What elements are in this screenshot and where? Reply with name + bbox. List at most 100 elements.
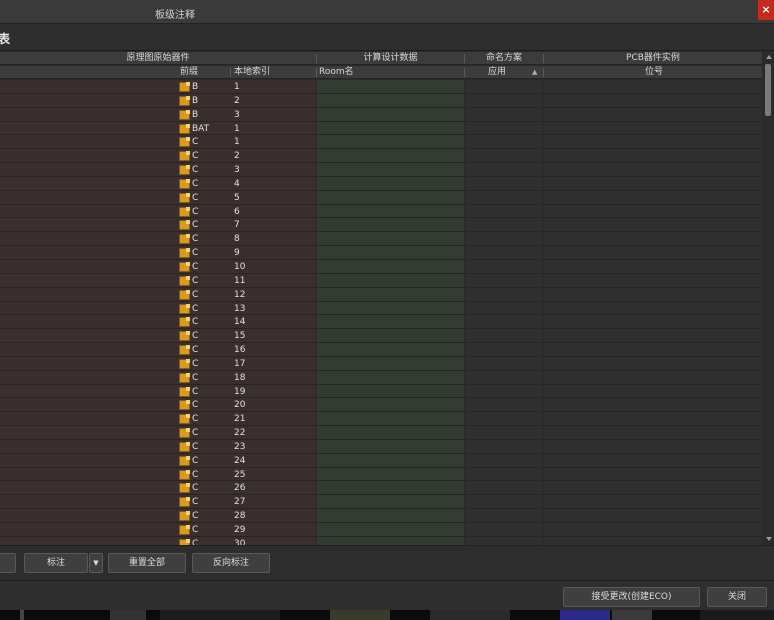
room-cell[interactable] xyxy=(317,163,464,176)
component-icon xyxy=(179,82,190,92)
table-row[interactable]: C19✓C19 xyxy=(0,384,762,399)
vertical-scrollbar[interactable] xyxy=(763,52,774,545)
room-cell[interactable] xyxy=(317,204,464,218)
back-annotate-button[interactable]: 反向标注 xyxy=(192,553,270,573)
local-index-cell: 25 xyxy=(234,469,246,480)
table-row[interactable]: C27✓C27 xyxy=(0,495,762,510)
table-row[interactable]: C2✓C2 xyxy=(0,149,762,164)
room-cell[interactable] xyxy=(317,259,464,273)
prefix-cell: C xyxy=(192,345,199,356)
table-row[interactable]: C28✓C28 xyxy=(0,509,762,523)
room-cell[interactable] xyxy=(317,301,464,315)
col-apply[interactable]: 应用 xyxy=(488,66,506,79)
room-cell[interactable] xyxy=(317,481,464,495)
col-prefix[interactable]: 前缀 xyxy=(180,66,198,79)
table-row[interactable]: C25✓C25 xyxy=(0,467,762,482)
room-cell[interactable] xyxy=(317,509,464,522)
close-button[interactable]: 关闭 xyxy=(707,587,767,607)
room-cell[interactable] xyxy=(317,135,464,149)
pcb-cell: C25 xyxy=(544,467,762,481)
room-cell[interactable] xyxy=(317,121,464,135)
room-cell[interactable] xyxy=(317,329,464,343)
table-row[interactable]: C13✓C13 xyxy=(0,301,762,316)
annotate-button[interactable]: 标注 xyxy=(24,553,88,573)
table-row[interactable]: C16✓C16 xyxy=(0,343,762,357)
table-row[interactable]: C11✓C11 xyxy=(0,273,762,288)
room-cell[interactable] xyxy=(317,426,464,439)
room-cell[interactable] xyxy=(317,453,464,467)
scroll-up-icon[interactable] xyxy=(766,55,772,59)
room-cell[interactable] xyxy=(317,439,464,453)
table-row[interactable]: BAT1✓BAT1 xyxy=(0,121,762,136)
header-group-pcb[interactable]: PCB器件实例 xyxy=(544,52,762,65)
table-row[interactable]: C8✓C8 xyxy=(0,232,762,247)
room-cell[interactable] xyxy=(317,149,464,163)
room-cell[interactable] xyxy=(317,315,464,329)
table-row[interactable]: C6✓C6 xyxy=(0,204,762,219)
room-cell[interactable] xyxy=(317,370,464,384)
table-row[interactable]: C5✓C5 xyxy=(0,190,762,205)
table-row[interactable]: C23✓C23 xyxy=(0,439,762,454)
table-row[interactable]: C20✓C20 xyxy=(0,398,762,413)
room-cell[interactable] xyxy=(317,218,464,232)
table-row[interactable]: C22✓C22 xyxy=(0,426,762,440)
table-row[interactable]: C1✓C1 xyxy=(0,135,762,150)
col-room[interactable]: Room名 xyxy=(319,66,354,79)
room-cell[interactable] xyxy=(317,536,464,545)
room-cell[interactable] xyxy=(317,495,464,509)
table-row[interactable]: B2✓B2 xyxy=(0,93,762,108)
col-local-index[interactable]: 本地索引 xyxy=(234,66,270,79)
room-cell[interactable] xyxy=(317,107,464,121)
prefix-cell: C xyxy=(192,428,199,439)
table-row[interactable]: C24✓C24 xyxy=(0,453,762,468)
room-cell[interactable] xyxy=(317,273,464,287)
table-row[interactable]: C30✓C30 xyxy=(0,536,762,545)
table-row[interactable]: C10✓C10 xyxy=(0,259,762,274)
room-cell[interactable] xyxy=(317,412,464,426)
room-cell[interactable] xyxy=(317,287,464,301)
close-icon[interactable]: × xyxy=(758,0,774,20)
table-row[interactable]: C18✓C18 xyxy=(0,370,762,385)
room-cell[interactable] xyxy=(317,398,464,412)
table-row[interactable]: C12✓C12 xyxy=(0,287,762,302)
partial-left-button[interactable] xyxy=(0,553,16,573)
header-group-source[interactable]: 原理图原始器件 xyxy=(0,52,316,65)
room-cell[interactable] xyxy=(317,176,464,190)
header-group-naming[interactable]: 命名方案 xyxy=(465,52,543,65)
reset-all-button[interactable]: 重置全部 xyxy=(108,553,186,573)
table-row[interactable]: C21✓C21 xyxy=(0,412,762,427)
table-row[interactable]: C14✓C14 xyxy=(0,315,762,330)
scroll-thumb[interactable] xyxy=(765,64,771,116)
col-designator[interactable]: 位号 xyxy=(645,66,663,79)
local-index-cell: 29 xyxy=(234,525,246,535)
sort-ascending-icon[interactable]: ▲ xyxy=(532,66,537,79)
room-cell[interactable] xyxy=(317,384,464,398)
accept-changes-button[interactable]: 接受更改(创建ECO) xyxy=(563,587,700,607)
source-cell: C 22 xyxy=(0,426,316,439)
scroll-down-icon[interactable] xyxy=(766,537,772,541)
chevron-down-icon[interactable]: ▼ xyxy=(89,553,103,573)
room-cell[interactable] xyxy=(317,190,464,204)
table-row[interactable]: C15✓C15 xyxy=(0,329,762,344)
component-icon xyxy=(179,192,190,203)
table-row[interactable]: C7✓C7 xyxy=(0,218,762,233)
room-cell[interactable] xyxy=(317,343,464,356)
room-cell[interactable] xyxy=(317,246,464,259)
room-cell[interactable] xyxy=(317,80,464,93)
table-row[interactable]: C17✓C17 xyxy=(0,356,762,371)
table-row[interactable]: C26✓C26 xyxy=(0,481,762,496)
room-cell[interactable] xyxy=(317,467,464,481)
table-row[interactable]: B1✓B1 xyxy=(0,80,762,94)
table-row[interactable]: C3✓C3 xyxy=(0,163,762,177)
table-row[interactable]: C4✓C4 xyxy=(0,176,762,191)
component-icon xyxy=(179,275,190,286)
room-cell[interactable] xyxy=(317,523,464,536)
room-cell[interactable] xyxy=(317,232,464,246)
table-row[interactable]: C9✓C9 xyxy=(0,246,762,260)
header-group-calc[interactable]: 计算设计数据 xyxy=(317,52,464,65)
room-cell[interactable] xyxy=(317,356,464,370)
table-row[interactable]: B3✓B3 xyxy=(0,107,762,122)
local-index-cell: 13 xyxy=(234,303,246,314)
room-cell[interactable] xyxy=(317,93,464,107)
table-row[interactable]: C29✓C29 xyxy=(0,523,762,537)
